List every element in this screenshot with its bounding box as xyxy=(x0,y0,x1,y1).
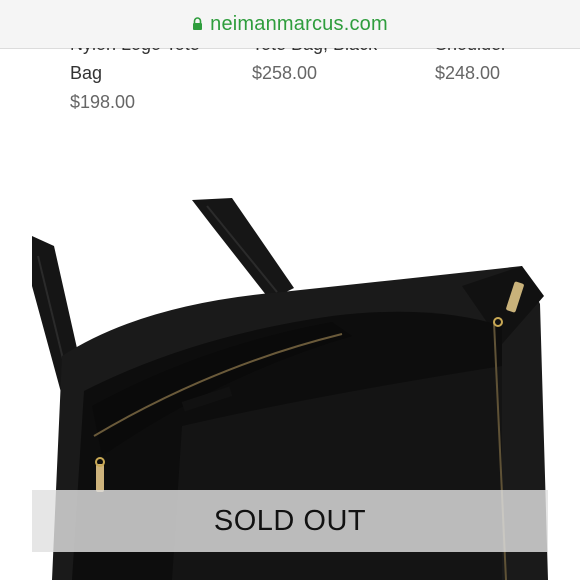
product-price: $258.00 xyxy=(252,63,318,83)
product-card[interactable]: Shoulder $248.00 xyxy=(435,48,507,88)
sold-out-banner: SOLD OUT xyxy=(32,490,548,552)
product-card[interactable]: Tote Bag, Black $258.00 xyxy=(252,48,377,88)
product-card[interactable]: Nylon Logo Tote Bag $198.00 xyxy=(70,48,200,117)
sold-out-label: SOLD OUT xyxy=(213,504,367,537)
product-price: $198.00 xyxy=(70,92,136,112)
url-bar[interactable]: neimanmarcus.com xyxy=(0,0,580,49)
product-name: Tote Bag, Black xyxy=(252,48,377,59)
url-text: neimanmarcus.com xyxy=(210,12,388,35)
lock-icon xyxy=(193,16,203,30)
product-price: $248.00 xyxy=(435,63,501,83)
product-name: Bag xyxy=(70,63,103,83)
product-name: Nylon Logo Tote xyxy=(70,48,200,59)
product-name: Shoulder xyxy=(435,48,507,59)
related-products-strip: Nylon Logo Tote Bag $198.00 Tote Bag, Bl… xyxy=(0,48,580,128)
